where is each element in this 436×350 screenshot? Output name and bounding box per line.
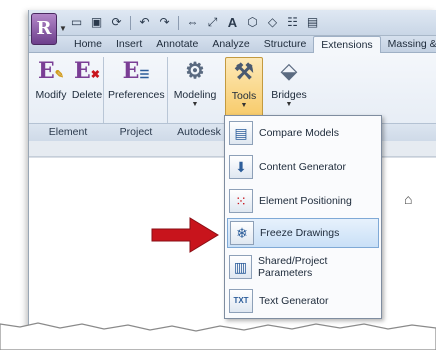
settings-icon[interactable]: ☷ [285, 15, 300, 30]
chevron-down-icon: ▼ [285, 101, 293, 108]
menu-item-label: Freeze Drawings [260, 227, 340, 239]
modeling-button[interactable]: ⚙ Modeling ▼ [172, 57, 218, 121]
menu-item-text-generator[interactable]: TXT Text Generator [227, 286, 379, 316]
tools-dropdown-menu: ▤ Compare Models ⬇ Content Generator ⁙ E… [224, 115, 382, 319]
tools-button[interactable]: ⚒ Tools ▼ [225, 57, 263, 121]
quick-access-toolbar: ▭ ▣ ⟳ ↶ ↷ ⇔ ⤢ A ⬡ ◇ ☷ ▤ [29, 10, 436, 36]
panel-label-project: Project [119, 126, 153, 138]
panel-label-element: Element [48, 126, 88, 138]
menu-item-label: Shared/Project Parameters [258, 255, 328, 279]
tag-marker-icon: ⌂ [404, 191, 413, 207]
menu-item-shared-parameters[interactable]: ▥ Shared/Project Parameters [227, 252, 379, 282]
tools-label: Tools [231, 90, 257, 102]
menu-item-label: Text Generator [259, 295, 329, 307]
save-icon[interactable]: ▣ [89, 15, 104, 30]
preferences-icon: E☰ [122, 58, 150, 84]
menu-item-label: Content Generator [259, 161, 346, 173]
delete-button[interactable]: E✖ Delete [70, 57, 104, 121]
modeling-label: Modeling [173, 89, 217, 101]
application-menu-button[interactable]: R [31, 13, 57, 45]
3d-view-icon[interactable]: ⬡ [245, 15, 260, 30]
menu-item-label: Compare Models [259, 127, 339, 139]
preferences-button[interactable]: E☰ Preferences [108, 57, 165, 121]
chevron-down-icon: ▼ [240, 102, 248, 109]
red-arrow-icon [151, 217, 219, 253]
open-folder-icon[interactable]: ▭ [69, 15, 84, 30]
freeze-drawings-icon: ❄ [230, 221, 254, 245]
panel-divider [103, 57, 104, 123]
modify-button[interactable]: E✎ Modify [33, 57, 69, 121]
tab-analyze[interactable]: Analyze [205, 36, 256, 53]
modify-label: Modify [35, 89, 67, 101]
preferences-label: Preferences [108, 89, 165, 101]
menu-item-compare-models[interactable]: ▤ Compare Models [227, 118, 379, 148]
measure-icon[interactable]: ⇔ [185, 15, 200, 30]
element-delete-icon: E✖ [74, 58, 100, 84]
tag-icon[interactable]: ◇ [265, 15, 280, 30]
compare-models-icon: ▤ [229, 121, 253, 145]
bridges-icon: ⬙ [280, 58, 298, 84]
text-icon[interactable]: A [225, 15, 240, 30]
tools-icon: ⚒ [234, 59, 254, 85]
modeling-icon: ⚙ [185, 58, 205, 84]
undo-icon[interactable]: ↶ [137, 15, 152, 30]
window-icon[interactable]: ▤ [305, 15, 320, 30]
menu-item-freeze-drawings[interactable]: ❄ Freeze Drawings [227, 218, 379, 248]
menu-item-element-positioning[interactable]: ⁙ Element Positioning [227, 186, 379, 216]
sync-icon[interactable]: ⟳ [109, 15, 124, 30]
tab-insert[interactable]: Insert [109, 36, 149, 53]
panel-label-autodesk: Autodesk [177, 126, 221, 138]
tab-massing[interactable]: Massing & [381, 36, 436, 53]
element-modify-icon: E✎ [38, 58, 64, 84]
dimension-icon[interactable]: ⤢ [205, 15, 220, 30]
redo-icon[interactable]: ↷ [157, 15, 172, 30]
delete-label: Delete [71, 89, 103, 101]
ribbon-tabs: Home Insert Annotate Analyze Structure E… [29, 36, 436, 54]
bridges-button[interactable]: ⬙ Bridges ▼ [269, 57, 309, 121]
qat-divider [178, 15, 179, 30]
tab-structure[interactable]: Structure [257, 36, 314, 53]
chevron-down-icon[interactable]: ▼ [59, 24, 67, 33]
menu-item-label: Element Positioning [259, 195, 352, 207]
tab-annotate[interactable]: Annotate [149, 36, 205, 53]
element-positioning-icon: ⁙ [229, 189, 253, 213]
qat-divider [130, 15, 131, 30]
torn-edge [0, 322, 436, 350]
shared-parameters-icon: ▥ [229, 255, 253, 279]
menu-item-content-generator[interactable]: ⬇ Content Generator [227, 152, 379, 182]
chevron-down-icon: ▼ [191, 101, 199, 108]
tab-extensions[interactable]: Extensions [313, 36, 381, 54]
bridges-label: Bridges [271, 89, 307, 101]
panel-divider [167, 57, 168, 123]
tab-home[interactable]: Home [67, 36, 109, 53]
text-generator-icon: TXT [229, 289, 253, 313]
content-generator-icon: ⬇ [229, 155, 253, 179]
